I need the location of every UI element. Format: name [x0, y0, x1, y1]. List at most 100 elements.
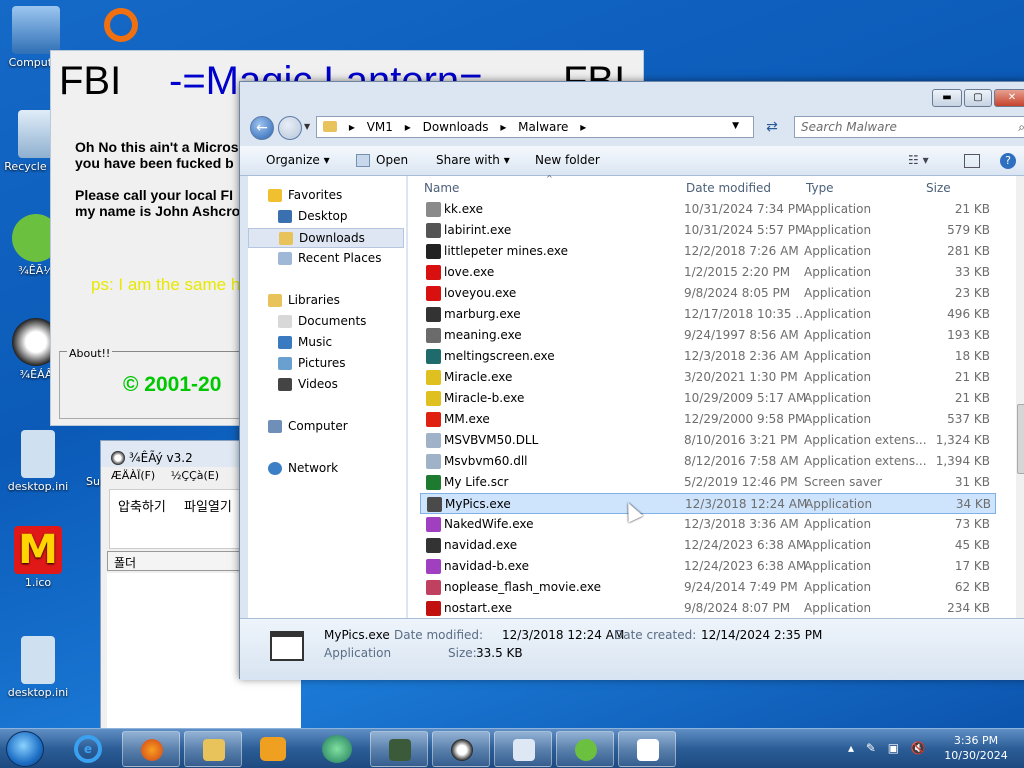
nav-desktop[interactable]: Desktop	[248, 207, 404, 227]
back-button[interactable]: ←	[250, 116, 274, 140]
details-date-modified: 12/3/2018 12:24 AM	[502, 628, 625, 642]
vertical-scrollbar[interactable]	[1016, 176, 1024, 618]
nav-computer[interactable]: Computer	[248, 417, 404, 437]
file-row[interactable]: navidad.exe 12/24/2023 6:38 AM Application…	[420, 535, 996, 556]
explorer-titlebar[interactable]: ▬ ▢ ✕	[240, 82, 1024, 114]
file-row[interactable]: meaning.exe 9/24/1997 8:56 AM Application 1…	[420, 325, 996, 346]
taskbar-app-3[interactable]	[556, 731, 614, 767]
address-dropdown-icon[interactable]: ▼	[732, 121, 739, 131]
column-size[interactable]: Size	[926, 181, 951, 195]
column-date-modified[interactable]: Date modified	[686, 181, 771, 195]
nav-videos[interactable]: Videos	[248, 375, 404, 395]
scrollbar-thumb[interactable]	[1017, 404, 1024, 474]
share-with-button[interactable]: Share with ▾	[436, 153, 510, 167]
file-row[interactable]: meltingscreen.exe 12/3/2018 2:36 AM Applic…	[420, 346, 996, 367]
breadcrumb-vm1[interactable]: VM1	[367, 120, 393, 134]
file-row[interactable]: My Life.scr 5/2/2019 12:46 PM Screen saver…	[420, 472, 996, 493]
file-row[interactable]: marburg.exe 12/17/2018 10:35 ... Applicati…	[420, 304, 996, 325]
explorer-window[interactable]: ▬ ▢ ✕ ← ▼ ▸ VM1 ▸ Downloads ▸ Malware ▸ …	[239, 81, 1024, 680]
minimize-button[interactable]: ▬	[932, 89, 962, 107]
pictures-icon	[278, 357, 292, 370]
file-row[interactable]: Msvbvm60.dll 8/12/2016 7:58 AM Application…	[420, 451, 996, 472]
file-name: NakedWife.exe	[444, 517, 534, 531]
file-row[interactable]: Miracle-b.exe 10/29/2009 5:17 AM Applicati…	[420, 388, 996, 409]
file-row[interactable]: littlepeter mines.exe 12/2/2018 7:26 AM Ap…	[420, 241, 996, 262]
open-button[interactable]: Open	[376, 153, 408, 167]
clock[interactable]: 3:36 PM 10/30/2024	[940, 733, 1012, 763]
breadcrumb-malware[interactable]: Malware	[518, 120, 568, 134]
close-button[interactable]: ✕	[994, 89, 1024, 107]
file-row[interactable]: navidad-b.exe 12/24/2023 6:38 AM Applicati…	[420, 556, 996, 577]
archiver-menu-file[interactable]: ÆÄÀÏ(F)	[111, 469, 155, 482]
refresh-button[interactable]: ⇄	[760, 116, 784, 138]
pen-icon[interactable]: ✎	[866, 741, 876, 755]
taskbar-firefox[interactable]	[122, 731, 180, 767]
file-row[interactable]: NakedWife.exe 12/3/2018 3:36 AM Applicatio…	[420, 514, 996, 535]
file-row[interactable]: MSVBVM50.DLL 8/10/2016 3:21 PM Application…	[420, 430, 996, 451]
taskbar-app-1[interactable]	[370, 731, 428, 767]
start-button[interactable]	[6, 731, 44, 767]
taskbar-explorer[interactable]	[184, 731, 242, 767]
nav-documents[interactable]: Documents	[248, 312, 404, 332]
file-row[interactable]: MyPics.exe 12/3/2018 12:24 AM Application 3…	[420, 493, 996, 514]
internet-explorer-icon[interactable]: e	[74, 735, 102, 763]
file-row[interactable]: Miracle.exe 3/20/2021 1:30 PM Application 2…	[420, 367, 996, 388]
compress-button[interactable]: 압축하기	[118, 500, 166, 515]
file-size: 23 KB	[954, 286, 990, 300]
address-bar[interactable]: ▸ VM1 ▸ Downloads ▸ Malware ▸ ▼	[316, 116, 754, 138]
details-file-kind: Application	[324, 646, 392, 660]
new-folder-button[interactable]: New folder	[535, 153, 600, 167]
file-size: 496 KB	[947, 307, 990, 321]
open-file-button[interactable]: 파일열기	[184, 500, 232, 515]
network-tray-icon[interactable]: ▣	[888, 741, 899, 755]
refresh-icon: ⇄	[766, 119, 778, 135]
preview-pane-icon[interactable]	[964, 154, 980, 168]
file-icon	[426, 244, 441, 259]
nav-music[interactable]: Music	[248, 333, 404, 353]
forward-button[interactable]	[278, 116, 302, 140]
file-row[interactable]: MM.exe 12/29/2000 9:58 PM Application 537 K…	[420, 409, 996, 430]
volume-muted-icon[interactable]: 🔇	[911, 741, 926, 755]
file-row[interactable]: love.exe 1/2/2015 2:20 PM Application 33 KB	[420, 262, 996, 283]
taskbar-app-2[interactable]	[494, 731, 552, 767]
file-row[interactable]: kk.exe 10/31/2024 7:34 PM Application 21 KB	[420, 199, 996, 220]
nav-pictures[interactable]: Pictures	[248, 354, 404, 374]
nav-recent-places[interactable]: Recent Places	[248, 249, 404, 269]
search-input[interactable]: Search Malware ⌕	[794, 116, 1024, 138]
file-date-modified: 9/24/2014 7:49 PM	[684, 580, 798, 594]
file-row[interactable]: nostart.exe 9/8/2024 8:07 PM Application 23…	[420, 598, 996, 619]
archiver-menu-run[interactable]: ½ÇÇà(E)	[171, 469, 219, 482]
app-shortcut-icon[interactable]	[104, 8, 138, 42]
taskbar-archiver[interactable]	[432, 731, 490, 767]
folder-icon	[203, 739, 225, 761]
show-hidden-icons[interactable]: ▴	[848, 741, 854, 755]
nav-network[interactable]: Network	[248, 459, 404, 479]
taskbar-app-4[interactable]	[618, 731, 676, 767]
desktop-icon-ico[interactable]: M 1.ico	[2, 526, 74, 589]
file-icon	[426, 412, 441, 427]
column-type[interactable]: Type	[806, 181, 834, 195]
file-row[interactable]: noplease_flash_movie.exe 9/24/2014 7:49 P…	[420, 577, 996, 598]
nav-downloads[interactable]: Downloads	[248, 228, 404, 248]
file-type: Application extens...	[804, 433, 927, 447]
desktop-icon-desktop-ini-1[interactable]: desktop.ini	[2, 430, 74, 493]
nav-libraries[interactable]: Libraries	[248, 291, 404, 311]
view-options-icon[interactable]: ☷ ▾	[908, 153, 929, 167]
app-icon-green[interactable]	[322, 735, 352, 763]
file-row[interactable]: labirint.exe 10/31/2024 5:57 PM Applicatio…	[420, 220, 996, 241]
fbi-message-line: Oh No this ain't a Micros	[75, 139, 239, 155]
maximize-button[interactable]: ▢	[964, 89, 992, 107]
breadcrumb-downloads[interactable]: Downloads	[423, 120, 489, 134]
file-size: 33 KB	[954, 265, 990, 279]
desktop-icon-desktop-ini-2[interactable]: desktop.ini	[2, 636, 74, 699]
file-type: Application	[804, 286, 872, 300]
nav-favorites[interactable]: Favorites	[248, 186, 404, 206]
column-name[interactable]: Name	[424, 181, 459, 195]
file-row[interactable]: loveyou.exe 9/8/2024 8:05 PM Application 23…	[420, 283, 996, 304]
organize-button[interactable]: Organize ▾	[266, 153, 330, 167]
help-icon[interactable]: ?	[1000, 153, 1016, 169]
file-type: Application	[804, 244, 872, 258]
desktop-icon-label: desktop.ini	[7, 686, 69, 699]
recent-pages-chevron-icon[interactable]: ▼	[304, 122, 310, 131]
media-player-icon[interactable]	[260, 737, 286, 761]
